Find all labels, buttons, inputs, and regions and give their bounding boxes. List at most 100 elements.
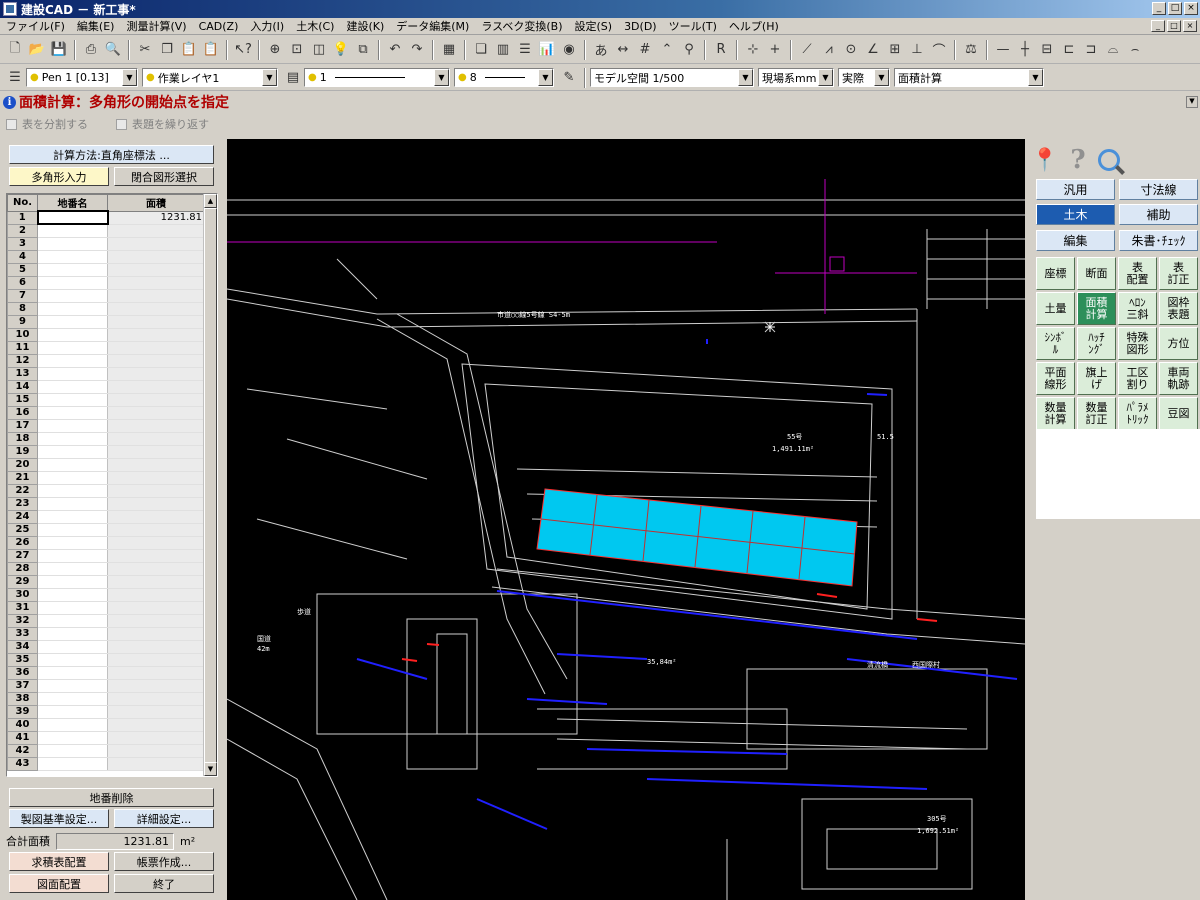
table-row[interactable]: 6 (7, 275, 205, 290)
table-row[interactable]: 1 1231.81 (7, 210, 205, 225)
cell-name[interactable] (37, 380, 108, 394)
create-report-button[interactable]: 帳票作成... (114, 852, 214, 871)
units-select[interactable]: 現場系mm ▼ (758, 68, 834, 87)
redo-icon[interactable]: ↷ (407, 40, 427, 60)
category-general[interactable]: 汎用 (1036, 179, 1115, 200)
layer-stack-icon[interactable]: ☰ (5, 68, 25, 88)
cmd-section-split[interactable]: 工区 割り (1118, 362, 1157, 395)
cell-name[interactable] (37, 302, 108, 316)
cmd-place-table[interactable]: 表 配置 (1118, 257, 1157, 290)
cell-name[interactable] (37, 523, 108, 537)
table-row[interactable]: 22 (7, 483, 205, 498)
cell-name[interactable] (37, 289, 108, 303)
cell-name[interactable] (37, 718, 108, 732)
menu-cad[interactable]: CAD(Z) (193, 20, 245, 33)
cmd-plan-alignment[interactable]: 平面 線形 (1036, 362, 1075, 395)
minimize-button[interactable]: _ (1152, 2, 1166, 15)
cell-name[interactable] (37, 471, 108, 485)
eyedropper-icon[interactable]: ✎ (559, 68, 579, 88)
maximize-button[interactable]: □ (1168, 2, 1182, 15)
cell-name[interactable] (37, 562, 108, 576)
cell-name[interactable] (37, 510, 108, 524)
paste-special-icon[interactable]: 📋 (201, 40, 221, 60)
delete-lot-button[interactable]: 地番削除 (9, 788, 214, 807)
table-row[interactable]: 26 (7, 535, 205, 550)
cell-name[interactable] (37, 731, 108, 745)
place-area-table-button[interactable]: 求積表配置 (9, 852, 109, 871)
table-row[interactable]: 20 (7, 457, 205, 472)
cell-name[interactable] (37, 484, 108, 498)
menu-settings[interactable]: 設定(S) (568, 18, 618, 34)
cell-name[interactable] (37, 692, 108, 706)
table-row[interactable]: 36 (7, 665, 205, 680)
snap-perp-icon[interactable]: ⊥ (907, 40, 927, 60)
snap-mid-icon[interactable]: ⩘ (819, 40, 839, 60)
table-row[interactable]: 11 (7, 340, 205, 355)
line-curve-icon[interactable]: ⌢ (1125, 40, 1145, 60)
cell-name[interactable] (37, 653, 108, 667)
cell-name[interactable] (37, 237, 108, 251)
zoom-window-icon[interactable]: ⊡ (287, 40, 307, 60)
cell-name[interactable] (37, 341, 108, 355)
table-row[interactable]: 39 (7, 704, 205, 719)
cell-name[interactable] (37, 315, 108, 329)
cmd-compass[interactable]: 方位 (1159, 327, 1198, 360)
print-icon[interactable]: ⎙ (81, 40, 101, 60)
snap-quad-icon[interactable]: ⊞ (885, 40, 905, 60)
cmd-revise-table[interactable]: 表 訂正 (1159, 257, 1198, 290)
cell-name[interactable] (37, 445, 108, 459)
menu-help[interactable]: ヘルプ(H) (723, 18, 785, 34)
table-row[interactable]: 35 (7, 652, 205, 667)
table-row[interactable]: 37 (7, 678, 205, 693)
point-icon[interactable]: + (765, 40, 785, 60)
table-row[interactable]: 24 (7, 509, 205, 524)
chart-icon[interactable]: 📊 (537, 40, 557, 60)
cell-name[interactable] (37, 588, 108, 602)
copy-icon[interactable]: ❐ (157, 40, 177, 60)
line-rect-icon[interactable]: ⊏ (1059, 40, 1079, 60)
table-icon[interactable]: ▥ (493, 40, 513, 60)
cell-name[interactable] (36, 210, 109, 225)
drafting-standard-button[interactable]: 製図基準設定... (9, 809, 109, 828)
scroll-thumb[interactable] (204, 208, 217, 768)
detail-settings-button[interactable]: 詳細設定... (114, 809, 214, 828)
menu-data-edit[interactable]: データ編集(M) (390, 18, 475, 34)
polyline-icon[interactable]: ⌃ (657, 40, 677, 60)
table-row[interactable]: 15 (7, 392, 205, 407)
table-row[interactable]: 32 (7, 613, 205, 628)
pen-select[interactable]: ● Pen 1 [0.13] ▼ (26, 68, 138, 87)
grid-icon[interactable]: # (635, 40, 655, 60)
snap-center-icon[interactable]: ⊙ (841, 40, 861, 60)
undo-icon[interactable]: ↶ (385, 40, 405, 60)
cmd-earthwork[interactable]: 土量 (1036, 292, 1075, 325)
prompt-dropdown-icon[interactable]: ▼ (1186, 96, 1198, 108)
menu-3d[interactable]: 3D(D) (618, 20, 663, 33)
cmd-quantity-calc[interactable]: 数量 計算 (1036, 397, 1075, 430)
measure-icon[interactable]: ⚖ (961, 40, 981, 60)
cmd-flag-label[interactable]: 旗上 げ (1077, 362, 1116, 395)
menu-survey[interactable]: 測量計算(V) (120, 18, 192, 34)
text-icon[interactable]: あ (591, 40, 611, 60)
cell-name[interactable] (37, 614, 108, 628)
cmd-frame-title[interactable]: 図枠 表題 (1159, 292, 1198, 325)
light-bulb-icon[interactable]: 💡 (331, 40, 351, 60)
print-preview-icon[interactable]: 🔍 (103, 40, 123, 60)
category-auxiliary[interactable]: 補助 (1119, 204, 1198, 225)
menu-civil[interactable]: 土木(C) (290, 18, 340, 34)
table-row[interactable]: 16 (7, 405, 205, 420)
cmd-symbol[interactable]: ｼﾝﾎﾞ ﾙ (1036, 327, 1075, 360)
cell-name[interactable] (37, 575, 108, 589)
cell-name[interactable] (37, 224, 108, 238)
category-civil[interactable]: 土木 (1036, 204, 1115, 225)
table-row[interactable]: 9 (7, 314, 205, 329)
table-row[interactable]: 41 (7, 730, 205, 745)
line-horizontal-icon[interactable]: — (993, 40, 1013, 60)
table-row[interactable]: 33 (7, 626, 205, 641)
zoom-select-icon[interactable]: ⧉ (353, 40, 373, 60)
repeat-header-checkbox[interactable]: 表題を繰り返す (116, 116, 209, 132)
cell-name[interactable] (37, 419, 108, 433)
scroll-down-icon[interactable]: ▼ (204, 762, 217, 776)
finish-button[interactable]: 終了 (114, 874, 214, 893)
cad-drawing[interactable]: 市道○○線5号線 S4-5m 55号 1,491.11m² 51.5 35,84… (227, 139, 1025, 900)
context-help-icon[interactable]: ↖? (233, 40, 253, 60)
